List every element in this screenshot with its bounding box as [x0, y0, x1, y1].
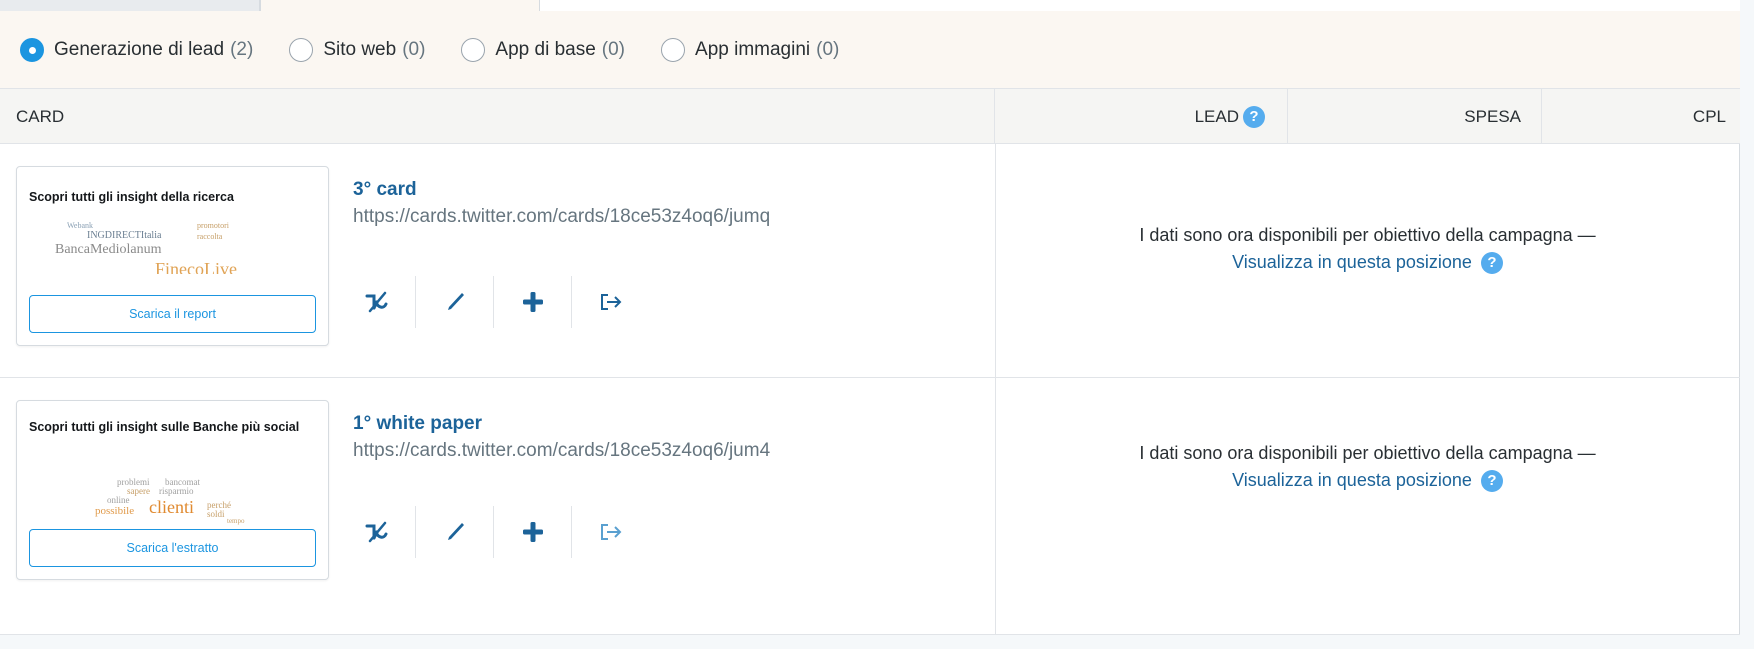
radio-checked-icon[interactable] — [20, 37, 44, 62]
add-icon — [522, 292, 543, 312]
column-label: CARD — [16, 106, 65, 126]
card-preview[interactable]: Scopri tutti gli insight della ricerca W… — [16, 166, 329, 346]
filter-lead-generation[interactable]: Generazione di lead (2) — [20, 37, 254, 62]
word-cloud-word: FinecoLive — [155, 259, 237, 274]
add-button[interactable] — [494, 276, 572, 328]
help-icon[interactable]: ? — [1243, 105, 1265, 128]
word-cloud-word: BancaMediolanum — [55, 242, 162, 257]
view-in-position-link[interactable]: Visualizza in questa posizione — [1232, 470, 1472, 490]
data-availability-message: I dati sono ora disponibili per obiettiv… — [995, 222, 1740, 276]
help-icon[interactable]: ? — [1480, 470, 1503, 493]
radio-unchecked-icon[interactable] — [661, 37, 686, 62]
card-actions — [338, 276, 650, 328]
download-report-button[interactable]: Scarica il report — [29, 295, 316, 333]
word-cloud-word: clienti — [149, 497, 194, 517]
word-cloud-image: problemi bancomat sapere risparmio onlin… — [47, 475, 297, 530]
help-icon[interactable]: ? — [1480, 252, 1503, 275]
table-row: Scopri tutti gli insight sulle Banche pi… — [0, 378, 1740, 635]
word-cloud-word: promotori — [197, 221, 229, 230]
word-cloud-image: Webank promotori INGDIRECTItalia raccolt… — [47, 219, 297, 274]
filter-image-app[interactable]: App immagini (0) — [661, 37, 840, 62]
availability-text: I dati sono ora disponibili per obiettiv… — [1139, 225, 1596, 245]
card-actions — [338, 506, 650, 558]
card-url: https://cards.twitter.com/cards/18ce53z4… — [353, 440, 771, 461]
pause-button[interactable] — [338, 506, 416, 558]
card-preview-title: Scopri tutti gli insight della ricerca — [29, 190, 234, 204]
pause-icon — [365, 521, 387, 543]
table-header: CARD LEAD ? SPESA CPL — [0, 89, 1740, 144]
word-cloud-word: sapere — [127, 486, 150, 496]
filter-label: App immagini — [695, 38, 811, 60]
download-excerpt-button[interactable]: Scarica l'estratto — [29, 529, 316, 567]
word-cloud-word: possibile — [95, 505, 135, 517]
filter-count: (2) — [230, 38, 254, 60]
radio-unchecked-icon[interactable] — [461, 37, 486, 62]
word-cloud-word: risparmio — [159, 486, 194, 496]
add-button[interactable] — [494, 506, 572, 558]
card-name-link[interactable]: 3° card — [353, 178, 770, 202]
card-url: https://cards.twitter.com/cards/18ce53z4… — [353, 206, 771, 227]
share-icon — [601, 524, 622, 540]
edit-button[interactable] — [416, 276, 494, 328]
availability-text: I dati sono ora disponibili per obiettiv… — [1139, 443, 1596, 463]
column-header-card[interactable]: CARD — [0, 89, 995, 144]
objective-filter-bar: Generazione di lead (2) Sito web (0) App… — [0, 11, 1740, 89]
cards-panel: Generazione di lead (2) Sito web (0) App… — [0, 11, 1740, 635]
filter-label: Generazione di lead — [54, 38, 225, 60]
filter-label: App di base — [495, 38, 596, 60]
filter-label: Sito web — [323, 38, 397, 60]
column-label: SPESA — [1464, 106, 1521, 126]
card-preview[interactable]: Scopri tutti gli insight sulle Banche pi… — [16, 400, 329, 580]
pause-button[interactable] — [338, 276, 416, 328]
column-header-spesa[interactable]: SPESA — [1288, 89, 1542, 144]
edit-icon — [447, 523, 464, 540]
pause-icon — [365, 291, 387, 313]
card-info: 3° card https://cards.twitter.com/cards/… — [353, 178, 770, 230]
word-cloud-word: tempo — [227, 517, 245, 525]
view-in-position-link[interactable]: Visualizza in questa posizione — [1232, 252, 1472, 272]
card-name-link[interactable]: 1° white paper — [353, 412, 770, 436]
column-divider — [995, 378, 996, 634]
column-label: LEAD — [1194, 106, 1239, 126]
edit-icon — [447, 293, 464, 310]
column-label: CPL — [1692, 106, 1726, 126]
table-row: Scopri tutti gli insight della ricerca W… — [0, 144, 1740, 378]
share-button[interactable] — [572, 506, 650, 558]
filter-website[interactable]: Sito web (0) — [289, 37, 426, 62]
filter-basic-app[interactable]: App di base (0) — [461, 37, 626, 62]
edit-button[interactable] — [416, 506, 494, 558]
word-cloud-word: raccolta — [197, 232, 223, 241]
filter-count: (0) — [402, 38, 426, 60]
share-button[interactable] — [572, 276, 650, 328]
word-cloud-word: soldi — [207, 509, 225, 519]
radio-unchecked-icon[interactable] — [289, 37, 314, 62]
filter-count: (0) — [816, 38, 840, 60]
word-cloud-word: online — [107, 495, 130, 505]
card-preview-title: Scopri tutti gli insight sulle Banche pi… — [29, 420, 300, 434]
share-icon — [601, 294, 622, 310]
filter-count: (0) — [601, 38, 626, 60]
column-header-cpl[interactable]: CPL — [1542, 89, 1740, 144]
word-cloud-word: INGDIRECTItalia — [87, 230, 162, 241]
word-cloud-word: Webank — [67, 221, 94, 230]
card-info: 1° white paper https://cards.twitter.com… — [353, 412, 770, 464]
data-availability-message: I dati sono ora disponibili per obiettiv… — [995, 440, 1740, 494]
add-icon — [522, 522, 543, 542]
column-header-lead[interactable]: LEAD ? — [995, 89, 1288, 144]
